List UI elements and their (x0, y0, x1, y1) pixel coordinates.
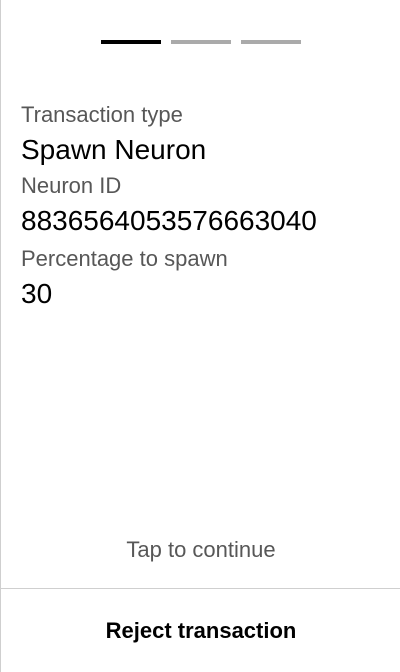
step-indicator-3 (241, 40, 301, 44)
neuron-id-value: 8836564053576663040 (21, 205, 317, 236)
neuron-id-label: Neuron ID (21, 173, 122, 198)
reject-transaction-button[interactable]: Reject transaction (1, 589, 400, 672)
step-indicator-1 (101, 40, 161, 44)
step-progress-indicator (101, 40, 301, 44)
percentage-to-spawn-value: 30 (21, 278, 53, 309)
transaction-details: Transaction type Spawn Neuron Neuron ID … (21, 100, 391, 314)
step-indicator-2 (171, 40, 231, 44)
transaction-type-label: Transaction type (21, 102, 183, 127)
transaction-type-value: Spawn Neuron (21, 134, 207, 165)
tap-to-continue-hint[interactable]: Tap to continue (1, 535, 400, 565)
transaction-review-screen[interactable]: Transaction type Spawn Neuron Neuron ID … (0, 0, 400, 672)
percentage-to-spawn-label: Percentage to spawn (21, 246, 228, 271)
